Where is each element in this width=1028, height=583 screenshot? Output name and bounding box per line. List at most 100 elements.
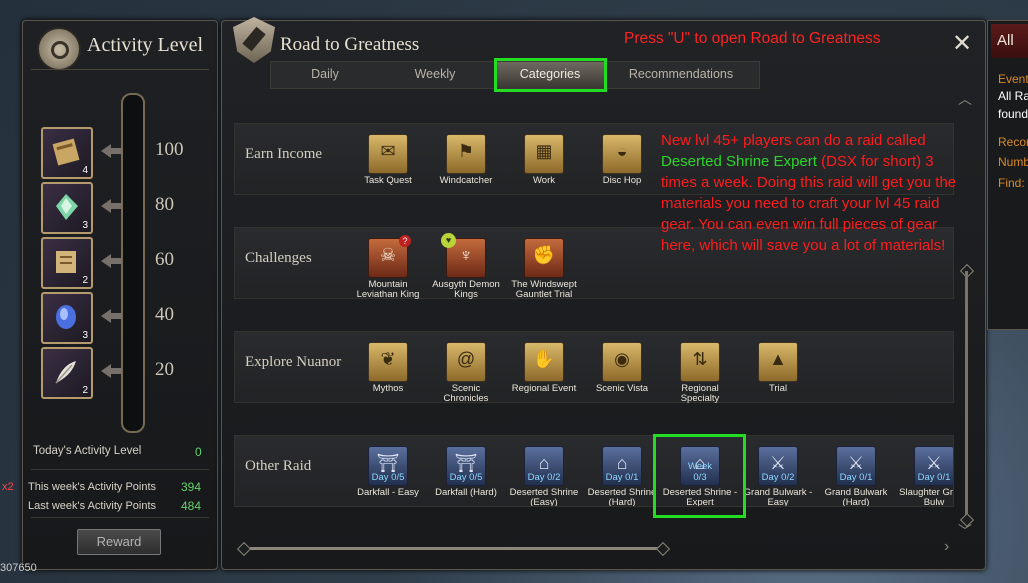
question-badge-icon: ? [399,235,411,247]
category-explore-nuanor: Explore Nuanor ❦ Mythos @ Scenic Chronic… [234,331,954,404]
reward-count: 3 [82,330,88,341]
reward-slot-60[interactable]: 2 [41,237,93,289]
panel-header: All [991,24,1028,58]
category-item[interactable]: ⌂ Day 0/1 Deserted Shrine (Hard) [584,446,660,506]
scroll-down-icon[interactable]: ﹀ [958,521,972,541]
category-other-raid: Other Raid ⛩ Day 0/5 Darkfall - Easy ⛩ Day… [234,435,954,507]
category-item[interactable]: @ Scenic Chronicles [428,342,504,404]
reward-slot-100[interactable]: 4 [41,127,93,179]
item-label: Scenic Vista [595,383,649,394]
side-text: Event [998,72,1028,86]
category-item[interactable]: ⛩ Day 0/5 Darkfall - Easy [350,446,426,498]
item-label: Task Quest [364,175,412,186]
vista-icon: ◉ [602,342,642,382]
arrow-left-icon [101,309,122,323]
hscroll-knob[interactable] [655,541,671,557]
today-activity-label: Today's Activity Level [33,445,142,457]
arrow-left-icon [101,199,122,213]
feather-icon [55,361,76,384]
scrollbar[interactable] [965,271,968,519]
item-label: Regional Specialty [680,383,720,404]
tab-recommendations[interactable]: Recommendations [605,62,757,88]
reward-slot-20[interactable]: 2 [41,347,93,399]
category-item[interactable]: ☠? Mountain Leviathan King [350,235,426,300]
reward-slot-80[interactable]: 3 [41,182,93,234]
item-label: The Windswept Gauntlet Trial [511,279,577,300]
tab-daily[interactable]: Daily [271,62,379,88]
item-label: Mountain Leviathan King [356,279,420,300]
item-label: Windcatcher [439,175,493,186]
activity-level-panel: Activity Level 4 3 2 3 2 100 80 60 40 20… [22,20,218,570]
level-mark: 20 [155,359,174,380]
side-text: Numb [998,155,1028,169]
category-item[interactable]: ⌂ Day 0/2 Deserted Shrine (Easy) [506,446,582,507]
category-item[interactable]: ⚔ Day 0/2 Grand Bulwark - Easy [740,446,816,506]
category-item[interactable]: ⚑ Windcatcher [428,134,504,186]
bulwark-icon: ⚔ Day 0/1 [836,446,876,486]
item-progress: Day 0/5 [449,472,483,483]
arrow-left-icon [101,364,122,378]
green-crystal-icon [56,194,78,220]
hint-text: Press "U" to open Road to Greatness [624,30,881,47]
category-label: Other Raid [245,458,312,474]
category-item[interactable]: ▦ Work [506,134,582,186]
annotation-note: New lvl 45+ players can do a raid called… [661,130,961,256]
category-item[interactable]: ⚔ Day 0/1 Grand Bulwark (Hard) [818,446,894,506]
currency-value: 307650 [0,562,37,574]
map-scroll-icon [56,251,76,273]
horizontal-scrollbar[interactable] [250,547,660,550]
gate-icon: ⛩ Day 0/5 [446,446,486,486]
last-week-value: 484 [181,499,202,513]
item-progress: Day 0/5 [371,472,405,483]
category-item[interactable]: ▲ Trial [740,342,816,394]
reward-count: 3 [82,220,88,231]
item-progress: Day 0/2 [761,472,795,483]
reward-count: 2 [82,275,88,286]
gate-icon: ⛩ Day 0/5 [368,446,408,486]
item-label: Deserted Shrine (Easy) [509,487,579,507]
category-item[interactable]: ✉ Task Quest [350,134,426,186]
category-label: Explore Nuanor [245,354,342,370]
level-mark: 40 [155,304,174,325]
side-text: Recor [998,135,1028,149]
item-label: Darkfall (Hard) [435,487,497,498]
last-week-label: Last week's Activity Points [28,500,157,512]
disc-icon: ◒ [602,134,642,174]
scroll-right-icon[interactable]: › [944,538,949,556]
close-tools-icon[interactable]: ✕ [949,31,975,57]
today-activity-value: 0 [195,445,202,459]
side-text: Find: [998,176,1025,190]
road-to-greatness-panel: Road to Greatness Press "U" to open Road… [221,17,986,570]
category-item[interactable]: ⇅ Regional Specialty [662,342,738,404]
tab-weekly[interactable]: Weekly [379,62,491,88]
scroll-up-icon[interactable]: ︿ [958,89,972,109]
highlight-box [494,58,607,92]
category-item[interactable]: ✊ The Windswept Gauntlet Trial [506,238,582,300]
shrine-icon: ⌂ Day 0/1 [602,446,642,486]
beast-icon: ☠? [368,235,411,278]
category-item[interactable]: ◒ Disc Hop [584,134,660,186]
divider [31,469,209,470]
item-progress: Day 0/1 [839,472,873,483]
heart-badge-icon: ♥ [441,233,456,248]
item-label: Mythos [372,383,404,394]
category-item[interactable]: ❦ Mythos [350,342,426,394]
item-label: Disc Hop [602,175,642,186]
reward-button[interactable]: Reward [77,529,161,555]
reward-slot-40[interactable]: 3 [41,292,93,344]
category-item[interactable]: ♆ ♥ Ausgyth Demon Kings [428,233,504,300]
raid-finder-panel: All Event All Ra found Recor Numb Find: [987,20,1028,330]
reward-count: 2 [82,385,88,396]
mythos-icon: ❦ [368,342,408,382]
item-progress: Day 0/1 [605,472,639,483]
category-item[interactable]: ◉ Scenic Vista [584,342,660,394]
multiplier-text: x2 [2,481,14,493]
side-text: found [998,107,1028,121]
arrow-left-icon [101,144,122,158]
category-item[interactable]: ⛩ Day 0/5 Darkfall (Hard) [428,446,504,498]
category-item[interactable]: ✋ Regional Event [506,342,582,394]
hscroll-knob[interactable] [236,541,252,557]
category-item[interactable]: ⚔Day 0/1 Slaughter Grand Bulw [896,446,953,506]
blue-gem-icon [56,305,76,329]
this-week-label: This week's Activity Points [28,481,157,493]
